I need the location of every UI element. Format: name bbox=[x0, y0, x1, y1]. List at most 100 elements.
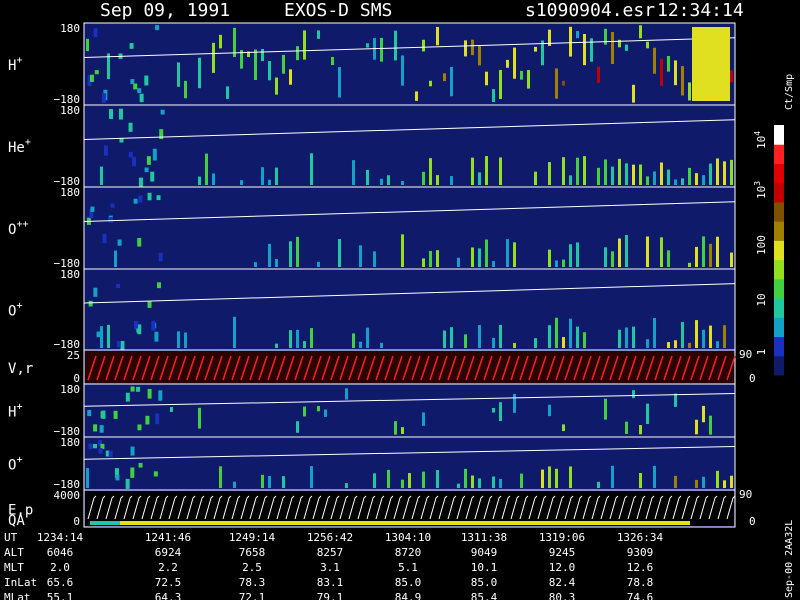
colorbar-swatch bbox=[774, 163, 784, 184]
panel-label: V,r bbox=[8, 361, 33, 377]
streak bbox=[667, 55, 670, 72]
colorbar-tick: 103 bbox=[753, 181, 768, 199]
table-cell: 55.1 bbox=[47, 591, 74, 600]
table-cell: 85.0 bbox=[395, 576, 422, 589]
blob-cell bbox=[160, 109, 165, 115]
table-cell: 72.5 bbox=[155, 576, 182, 589]
streak bbox=[261, 49, 264, 62]
streak bbox=[611, 32, 614, 64]
panel-label-sup: + bbox=[16, 55, 22, 66]
table-cell: 7658 bbox=[239, 546, 266, 559]
blob-cell bbox=[116, 340, 121, 348]
panel-label-sup: + bbox=[16, 402, 22, 413]
streak bbox=[646, 339, 649, 348]
streak bbox=[541, 40, 544, 66]
streak bbox=[695, 173, 698, 185]
panel-label-2: QA bbox=[8, 513, 25, 529]
colorbar-swatch bbox=[774, 221, 784, 241]
right-tick-top: 90 bbox=[739, 488, 752, 501]
blob-cell bbox=[130, 386, 135, 392]
streak bbox=[177, 62, 180, 87]
streak bbox=[401, 479, 404, 488]
streak bbox=[422, 471, 425, 488]
streak bbox=[576, 326, 579, 348]
table-cell: 6924 bbox=[155, 546, 182, 559]
blob-cell bbox=[151, 320, 156, 331]
streak bbox=[296, 46, 299, 61]
streak bbox=[681, 66, 684, 96]
streak bbox=[548, 249, 551, 267]
blob-cell bbox=[130, 446, 135, 456]
blob-cell bbox=[138, 462, 143, 468]
streak bbox=[436, 26, 439, 46]
streak bbox=[240, 180, 243, 185]
blob-cell bbox=[128, 151, 133, 158]
streak bbox=[611, 166, 614, 185]
streak bbox=[359, 245, 362, 267]
blob-cell bbox=[115, 474, 120, 481]
streak bbox=[366, 43, 369, 48]
colorbar-swatch bbox=[774, 182, 784, 203]
streak bbox=[366, 169, 369, 185]
streak bbox=[688, 342, 691, 348]
blob-cell bbox=[125, 392, 130, 402]
streak bbox=[534, 338, 537, 348]
streak bbox=[695, 320, 698, 348]
streak bbox=[471, 247, 474, 267]
blob-cell bbox=[98, 448, 103, 454]
panel-frame bbox=[83, 383, 736, 438]
streak bbox=[674, 179, 677, 185]
table-cell: 8720 bbox=[395, 546, 422, 559]
blob-cell bbox=[130, 79, 135, 85]
streak bbox=[268, 243, 271, 267]
streak bbox=[485, 239, 488, 267]
streak bbox=[625, 163, 628, 185]
streak bbox=[429, 158, 432, 185]
y-tick-max: 180 bbox=[60, 22, 80, 35]
blob-cell bbox=[130, 467, 135, 478]
blob-cell bbox=[153, 471, 158, 477]
table-cell: 1304:10 bbox=[385, 531, 431, 544]
streak bbox=[198, 57, 201, 89]
panel-label-sup: + bbox=[16, 301, 22, 312]
blob-cell bbox=[93, 424, 98, 432]
streak bbox=[436, 470, 439, 488]
table-row-name: UT bbox=[4, 531, 18, 544]
streak bbox=[380, 37, 383, 62]
panel-label: H+ bbox=[8, 55, 22, 74]
streak bbox=[674, 340, 677, 348]
streak bbox=[534, 46, 537, 52]
streak bbox=[597, 481, 600, 488]
streak bbox=[499, 402, 502, 422]
streak bbox=[268, 476, 271, 488]
right-tick-top: 90 bbox=[739, 348, 752, 361]
colorbar-swatch bbox=[774, 336, 784, 357]
table-cell: 65.6 bbox=[47, 576, 74, 589]
streak bbox=[632, 390, 635, 399]
table-cell: 1326:34 bbox=[617, 531, 664, 544]
streak bbox=[436, 175, 439, 185]
y-tick-max: 4000 bbox=[54, 489, 81, 502]
streak bbox=[576, 242, 579, 267]
streak bbox=[702, 476, 705, 488]
streak bbox=[597, 167, 600, 185]
blob-cell bbox=[152, 148, 157, 161]
blob-cell bbox=[101, 93, 106, 103]
streak bbox=[114, 250, 117, 267]
streak bbox=[639, 472, 642, 488]
streak bbox=[485, 156, 488, 185]
streak bbox=[478, 172, 481, 185]
streak bbox=[212, 42, 215, 73]
streak bbox=[499, 324, 502, 348]
streak bbox=[660, 237, 663, 267]
panel-label: He+ bbox=[8, 137, 31, 156]
y-tick-max: 180 bbox=[60, 436, 80, 449]
blob-cell bbox=[102, 233, 107, 244]
blob-cell bbox=[133, 198, 138, 204]
table-row-name: InLat bbox=[4, 576, 37, 589]
streak bbox=[268, 61, 271, 81]
blob-cell bbox=[125, 478, 130, 489]
streak bbox=[310, 153, 313, 185]
streak bbox=[646, 176, 649, 185]
streak bbox=[618, 158, 621, 185]
